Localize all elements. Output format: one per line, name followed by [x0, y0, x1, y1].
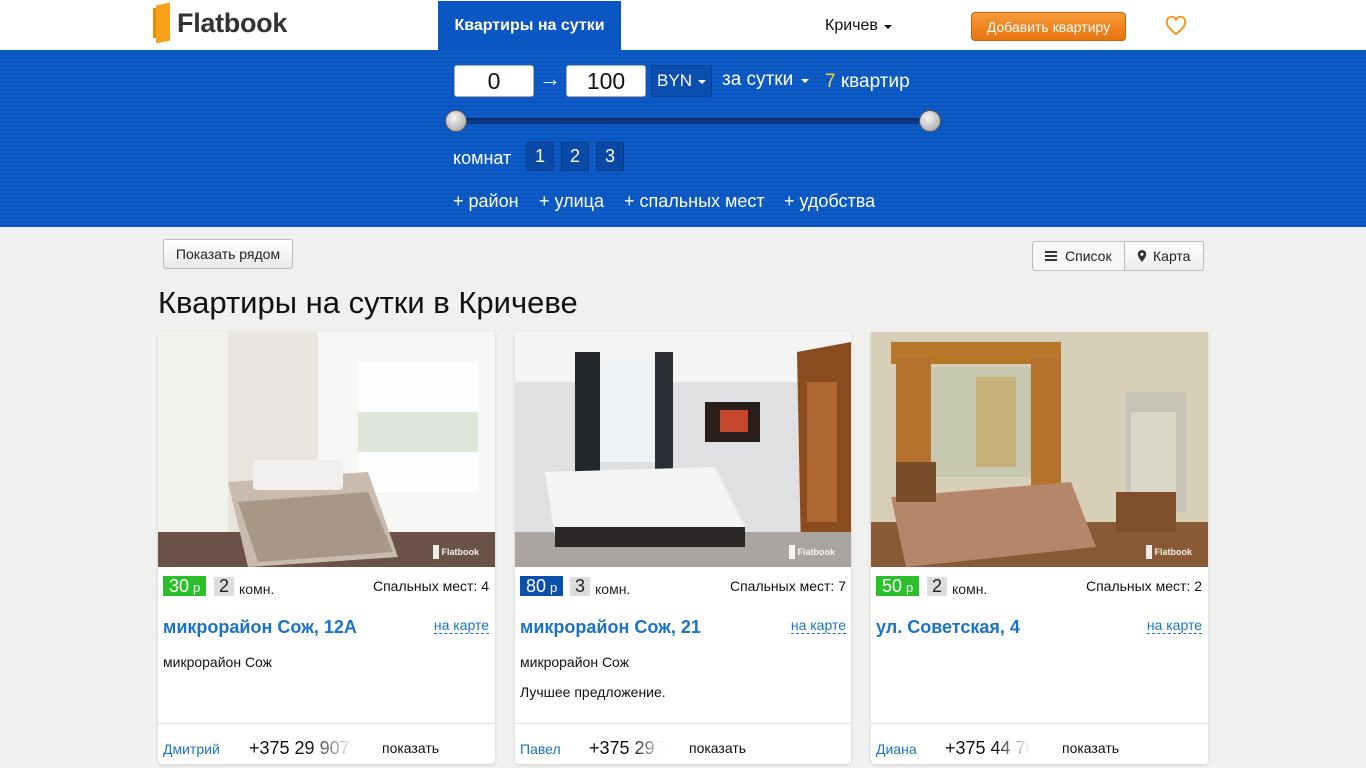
- rooms-3-button[interactable]: 3: [596, 142, 624, 171]
- logo-text: Flatbook: [177, 7, 288, 38]
- listing-card[interactable]: Flatbook 50 р 2 комн. Спальных мест: 2 ул…: [871, 332, 1208, 764]
- watermark-text: Flatbook: [797, 547, 836, 557]
- list-view-button[interactable]: Список: [1032, 241, 1125, 271]
- range-arrow: →: [539, 66, 561, 91]
- page-title: Квартиры на сутки в Кричеве: [158, 285, 578, 320]
- add-apartment-button[interactable]: Добавить квартиру: [971, 12, 1126, 41]
- owner-name[interactable]: Диана: [876, 741, 917, 757]
- door-logo-icon: [153, 2, 171, 44]
- rooms-badge: 3: [570, 577, 590, 596]
- price-value: 30: [169, 576, 190, 596]
- currency-label: BYN: [657, 71, 692, 90]
- contact-row: Дмитрий +375 29 907 показать: [158, 723, 495, 764]
- listing-card[interactable]: Flatbook 30 р 2 комн. Спальных мест: 4 ми…: [158, 332, 495, 764]
- results-number: 7: [825, 71, 836, 92]
- logo[interactable]: Flatbook: [153, 2, 288, 44]
- show-on-map-link[interactable]: на карте: [1146, 618, 1202, 634]
- price-unit: р: [550, 580, 558, 595]
- show-on-map-link[interactable]: на карте: [790, 618, 846, 634]
- watermark-text: Flatbook: [1154, 547, 1193, 557]
- add-amenities-filter[interactable]: + удобства: [784, 191, 875, 212]
- list-icon: [1045, 251, 1057, 261]
- owner-phone: +375 44 70: [945, 738, 1035, 758]
- beds-count: Спальных мест: 7: [729, 578, 846, 594]
- watermark-logo: Flatbook: [432, 545, 480, 559]
- rooms-unit: комн.: [239, 581, 275, 597]
- show-on-map-link[interactable]: на карте: [433, 618, 489, 634]
- price-badge: 80 р: [520, 576, 564, 596]
- rooms-badge: 2: [214, 577, 234, 596]
- price-min-input[interactable]: 0: [454, 65, 534, 97]
- rooms-2-button[interactable]: 2: [561, 142, 589, 171]
- beds-count: Спальных мест: 4: [372, 578, 489, 594]
- price-badge: 30 р: [163, 576, 207, 596]
- owner-name[interactable]: Павел: [520, 741, 561, 757]
- watermark-logo: Flatbook: [1145, 545, 1193, 559]
- heart-icon[interactable]: [1165, 16, 1187, 36]
- price-badge: 50 р: [876, 576, 920, 596]
- rooms-unit: комн.: [595, 581, 631, 597]
- price-slider-max-handle[interactable]: [919, 110, 941, 132]
- show-phone-button[interactable]: показать: [1062, 740, 1119, 756]
- city-dropdown[interactable]: Кричев: [825, 17, 892, 35]
- rooms-label: комнат: [453, 148, 512, 168]
- price-unit: р: [906, 580, 914, 595]
- listing-address[interactable]: ул. Советская, 4: [876, 617, 1020, 638]
- price-slider-track[interactable]: [456, 118, 930, 124]
- contact-row: Диана +375 44 70 показать: [871, 723, 1208, 764]
- beds-count: Спальных мест: 2: [1085, 578, 1202, 594]
- listing-description: Лучшее предложение.: [520, 684, 666, 700]
- currency-dropdown[interactable]: BYN: [651, 65, 712, 97]
- add-street-filter[interactable]: + улица: [539, 191, 604, 212]
- price-unit: р: [193, 580, 201, 595]
- price-slider-min-handle[interactable]: [445, 110, 467, 132]
- contact-row: Павел +375 29 7 показать: [515, 723, 851, 764]
- tab-daily-apartments[interactable]: Квартиры на сутки: [438, 1, 621, 50]
- listing-address[interactable]: микрорайон Сож, 21: [520, 617, 701, 638]
- show-nearby-button[interactable]: Показать рядом: [163, 239, 293, 269]
- results-count: 7 квартир: [825, 71, 910, 93]
- rooms-1-button[interactable]: 1: [526, 142, 554, 171]
- city-label: Кричев: [825, 17, 878, 34]
- map-pin-icon: [1137, 250, 1147, 262]
- caret-down-icon: [801, 79, 810, 83]
- map-view-button[interactable]: Карта: [1125, 241, 1204, 271]
- owner-phone: +375 29 907: [249, 738, 350, 758]
- listing-card[interactable]: Flatbook 80 р 3 комн. Спальных мест: 7 ми…: [515, 332, 851, 764]
- watermark-text: Flatbook: [441, 547, 480, 557]
- period-label: за сутки: [722, 69, 794, 90]
- map-view-label: Карта: [1153, 248, 1191, 264]
- caret-down-icon: [883, 25, 892, 29]
- listing-photo[interactable]: Flatbook: [515, 332, 851, 567]
- filter-panel: 0 → 100 BYN за сутки 7 квартир комнат 1 …: [0, 50, 1366, 227]
- owner-phone: +375 29 7: [589, 738, 669, 758]
- period-dropdown[interactable]: за сутки: [722, 69, 810, 91]
- price-value: 80: [526, 576, 547, 596]
- rooms-badge: 2: [927, 577, 947, 596]
- listing-district: микрорайон Сож: [163, 654, 273, 670]
- show-phone-button[interactable]: показать: [382, 740, 439, 756]
- listing-district: микрорайон Сож: [520, 654, 630, 670]
- listing-photo[interactable]: Flatbook: [871, 332, 1208, 567]
- watermark-logo: Flatbook: [788, 545, 836, 559]
- view-toggle: Список Карта: [1032, 241, 1204, 271]
- rooms-unit: комн.: [952, 581, 988, 597]
- listing-address[interactable]: микрорайон Сож, 12А: [163, 617, 357, 638]
- owner-name[interactable]: Дмитрий: [163, 741, 220, 757]
- price-value: 50: [882, 576, 903, 596]
- price-max-input[interactable]: 100: [566, 65, 646, 97]
- add-beds-filter[interactable]: + спальных мест: [624, 191, 765, 212]
- add-district-filter[interactable]: + район: [453, 191, 519, 212]
- results-unit: квартир: [840, 71, 910, 92]
- listing-photo[interactable]: Flatbook: [158, 332, 495, 567]
- top-nav: Flatbook Квартиры на сутки Кричев Добави…: [0, 0, 1366, 50]
- list-view-label: Список: [1065, 248, 1112, 264]
- caret-down-icon: [697, 80, 706, 84]
- show-phone-button[interactable]: показать: [689, 740, 746, 756]
